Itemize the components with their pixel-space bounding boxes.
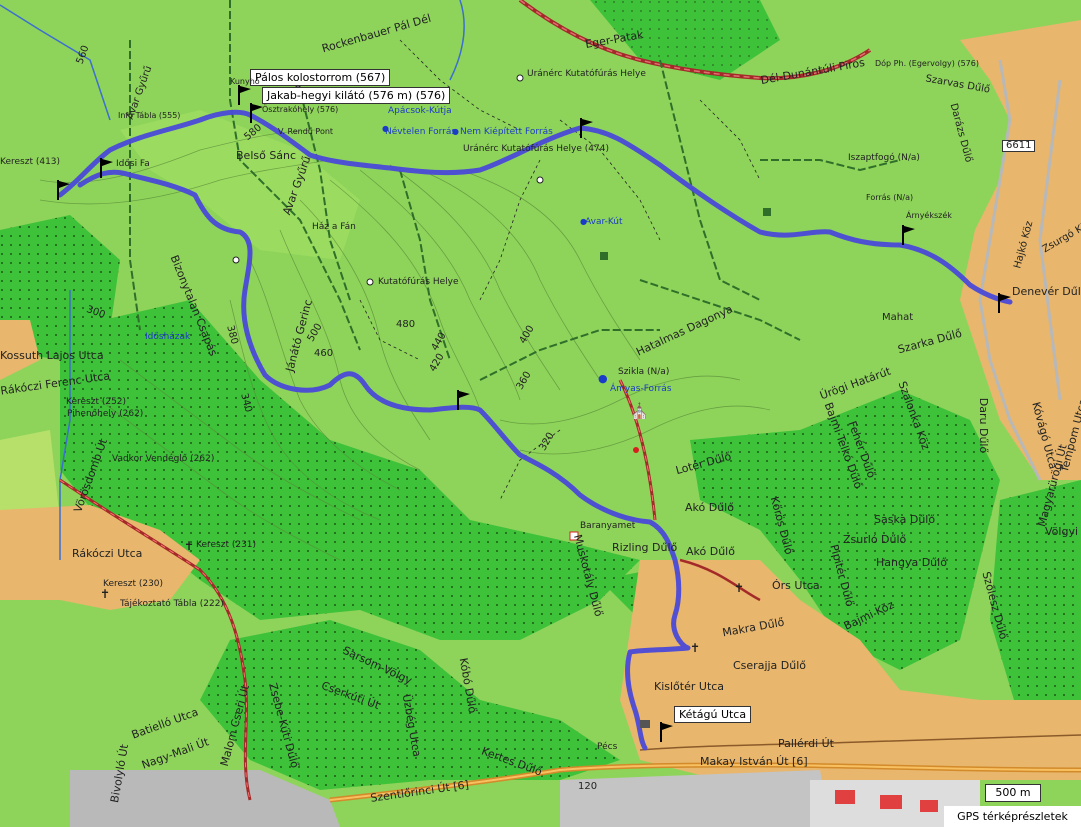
map-label: Kutatófúrás Helye — [378, 277, 459, 287]
map-label: Kossuth Lajos Utca — [0, 349, 104, 362]
contour-label: 480 — [396, 319, 416, 330]
callout-palos-kolostorrom[interactable]: Pálos kolostorrom (567) — [250, 69, 391, 86]
map-label: Kereszt (252) — [66, 397, 127, 407]
contour-label: 460 — [314, 348, 334, 359]
map-label: Kunyhó — [230, 77, 260, 86]
cross-icon: ✝ — [690, 641, 701, 655]
map-label: Órs Utca — [772, 579, 820, 592]
map-label: Belső Sánc — [236, 149, 297, 162]
map-label: Kislőtér Utca — [654, 680, 725, 693]
map-label: Mahat — [882, 312, 914, 323]
cross-icon: ✝ — [184, 539, 195, 553]
map-label: Pallérdi Út — [778, 737, 834, 750]
map-label: Ámyas-Forrás — [610, 384, 672, 394]
map-label: Daru Dűlő — [977, 397, 991, 454]
map-label: Névtelen Forrás — [385, 127, 457, 137]
map-label: V. Rendű Pont — [278, 127, 334, 136]
church-icon: ⛪ — [630, 402, 649, 420]
scale-bar: 500 m — [985, 784, 1041, 802]
map-view[interactable]: ⛪ ✝ ✝ ✝ ✝ ● ● ● ● 6611 Pálos kolostorrom… — [0, 0, 1081, 827]
map-label: Iszaptfogó (N/a) — [848, 153, 920, 163]
map-label: Nem Kiépített Forrás — [460, 127, 553, 137]
map-label: Baranyamet — [580, 521, 636, 531]
map-label: Saska Dűlő — [874, 513, 936, 526]
map-label: Árnyékszék — [906, 211, 952, 220]
map-label: Pihenőhely (262) — [67, 409, 144, 419]
map-label: Ház a Fán — [312, 222, 356, 232]
map-label: Szikla (N/a) — [618, 367, 670, 377]
flag-icon[interactable] — [996, 293, 1012, 313]
map-label: Idősi Fa — [116, 159, 150, 169]
map-label: Zsurló Dűlő — [843, 533, 907, 546]
map-label: Apácsok-Kútja — [388, 106, 452, 116]
map-label: Makay István Út [6] — [700, 755, 808, 768]
flag-icon[interactable] — [236, 85, 252, 105]
flag-icon[interactable] — [658, 722, 674, 742]
map-label: Infó Tábla (555) — [118, 111, 181, 120]
map-label: Pécs — [597, 742, 618, 752]
map-label: Forrás (N/a) — [866, 193, 914, 202]
map-label: Dóp Ph. (Egervolgy) (576) — [875, 59, 979, 68]
map-label: Akó Dűlő — [685, 501, 734, 514]
map-label: Denevér Dűlő — [1012, 285, 1081, 298]
spring-icon: ● — [598, 372, 608, 385]
map-label: Tájékoztató Tábla (222) — [120, 599, 224, 609]
map-label: Rákóczi Utca — [72, 547, 143, 560]
map-credit: GPS térképrészletek — [944, 806, 1081, 827]
flag-icon[interactable] — [55, 180, 71, 200]
contour-label: 120 — [578, 781, 598, 792]
map-label: Ösztrakóhely (576) — [262, 105, 339, 114]
map-label: Avar-Kút — [585, 217, 623, 227]
callout-jakab-hegyi-kilato[interactable]: Jakab-hegyi kilátó (576 m) (576) — [262, 87, 451, 104]
map-label: Rizling Dűlő — [612, 541, 678, 554]
callout-ketagu-utca[interactable]: Kétágú Utca — [674, 706, 752, 723]
flag-icon[interactable] — [578, 118, 594, 138]
flag-icon[interactable] — [455, 390, 471, 410]
road-number-badge: 6611 — [1002, 140, 1036, 152]
map-label: Akó Dűlő — [686, 545, 735, 558]
map-label: Uránérc Kutatófúrás Helye — [527, 69, 646, 79]
map-label: Völgyi Dűlő — [1045, 525, 1081, 538]
cross-icon: ✝ — [100, 587, 111, 601]
flag-icon[interactable] — [98, 158, 114, 178]
map-label: Hangya Dűlő — [876, 556, 947, 569]
flag-icon[interactable] — [900, 225, 916, 245]
map-label: Kereszt (231) — [196, 540, 257, 550]
map-label: Cserajja Dűlő — [733, 659, 807, 672]
map-label: Uránérc Kutatófúrás Helye (474) — [463, 144, 609, 154]
map-label: Idősházak — [145, 332, 191, 342]
map-label: Kereszt (413) — [0, 157, 61, 167]
map-label: Kereszt (230) — [103, 579, 164, 589]
cross-icon: ✝ — [734, 581, 745, 595]
map-label: Vadkor Vendéglő (262) — [112, 454, 215, 464]
